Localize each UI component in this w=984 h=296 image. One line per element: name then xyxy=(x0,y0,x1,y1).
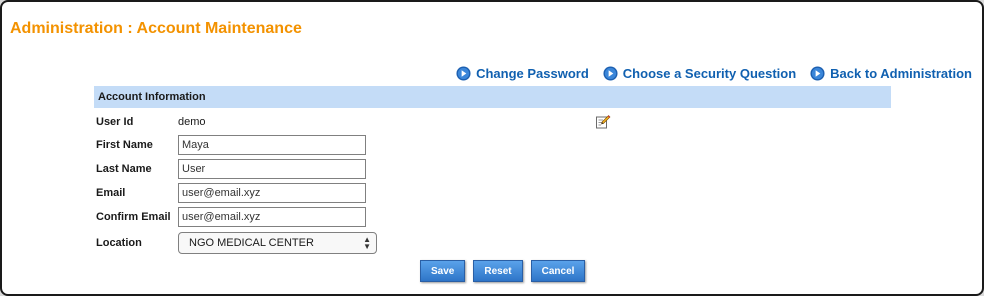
select-arrows-icon: ▲ ▼ xyxy=(363,235,371,251)
email-label: Email xyxy=(96,187,126,199)
first-name-label: First Name xyxy=(96,139,153,151)
email-row: Email xyxy=(96,183,366,203)
back-to-administration-link[interactable]: Back to Administration xyxy=(810,66,972,81)
last-name-label: Last Name xyxy=(96,163,152,175)
location-selected-value: NGO MEDICAL CENTER xyxy=(189,237,314,249)
location-select[interactable]: NGO MEDICAL CENTER ▲ ▼ xyxy=(178,232,377,254)
arrow-circle-icon xyxy=(603,66,618,81)
arrow-circle-icon xyxy=(810,66,825,81)
page-title: Administration : Account Maintenance xyxy=(10,20,302,37)
account-information-header: Account Information xyxy=(94,86,891,108)
user-id-row: User Id demo xyxy=(96,112,206,132)
confirm-email-input[interactable] xyxy=(178,207,366,227)
user-id-value: demo xyxy=(178,116,206,128)
cancel-button[interactable]: Cancel xyxy=(530,260,586,282)
last-name-row: Last Name xyxy=(96,159,366,179)
reset-button[interactable]: Reset xyxy=(473,260,523,282)
save-button[interactable]: Save xyxy=(420,260,466,282)
top-links: Change Password Choose a Security Questi… xyxy=(456,66,972,81)
account-maintenance-window: Administration : Account Maintenance Cha… xyxy=(0,0,984,296)
first-name-row: First Name xyxy=(96,135,366,155)
arrow-circle-icon xyxy=(456,66,471,81)
back-to-administration-label: Back to Administration xyxy=(830,66,972,81)
email-input[interactable] xyxy=(178,183,366,203)
last-name-input[interactable] xyxy=(178,159,366,179)
change-password-link[interactable]: Change Password xyxy=(456,66,589,81)
confirm-email-row: Confirm Email xyxy=(96,207,366,227)
first-name-input[interactable] xyxy=(178,135,366,155)
edit-pencil-icon[interactable] xyxy=(595,114,611,130)
location-label: Location xyxy=(96,237,142,249)
user-id-label: User Id xyxy=(96,116,134,128)
form-buttons: Save Reset Cancel xyxy=(420,260,586,282)
confirm-email-label: Confirm Email xyxy=(96,211,171,223)
security-question-label: Choose a Security Question xyxy=(622,66,797,81)
change-password-label: Change Password xyxy=(476,66,589,81)
security-question-link[interactable]: Choose a Security Question xyxy=(603,66,796,81)
location-row: Location NGO MEDICAL CENTER ▲ ▼ xyxy=(96,232,377,254)
